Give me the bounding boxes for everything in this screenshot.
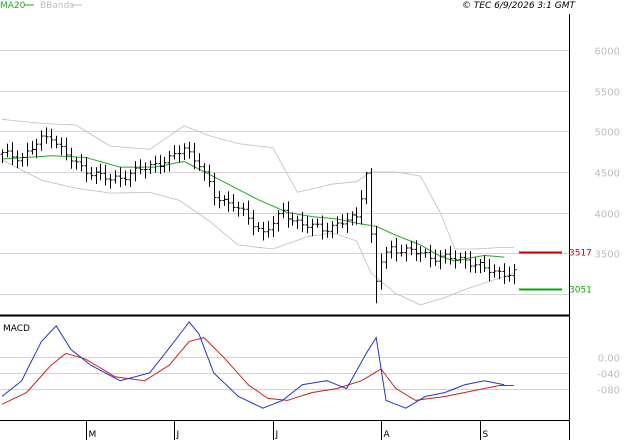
chart-root: MA20 BBands © TEC 6/9/2026 3:1 GMT 3500 4… <box>0 0 627 440</box>
month-tick-label: A <box>384 430 391 440</box>
price-tick-label: 5500 <box>595 88 620 99</box>
bbands-legend-label: BBands <box>40 1 74 11</box>
price-tick-label: 3500 <box>595 250 620 261</box>
level-label: 3051 <box>569 286 592 296</box>
level-label: 3517 <box>569 249 592 259</box>
macd-title: MACD <box>3 324 30 334</box>
price-tick-label: 6000 <box>595 47 620 58</box>
price-tick-label: 4500 <box>595 169 620 180</box>
copyright-notice: © TEC 6/9/2026 3:1 GMT <box>462 1 577 11</box>
macd-tick-label: -040 <box>597 370 620 381</box>
macd-tick-label: 0.00 <box>598 354 620 365</box>
month-tick-label: J <box>176 430 180 440</box>
macd-y-axis-labels: 0.00 -040 -080 <box>597 354 620 397</box>
month-tick-label: S <box>483 430 489 440</box>
ma20-legend-label: MA20 <box>0 1 26 11</box>
macd-tick-label: -080 <box>597 386 620 397</box>
month-tick-label: J <box>275 430 279 440</box>
price-tick-label: 5000 <box>595 128 620 139</box>
month-tick-label: M <box>89 430 97 440</box>
price-tick-label: 4000 <box>595 210 620 221</box>
